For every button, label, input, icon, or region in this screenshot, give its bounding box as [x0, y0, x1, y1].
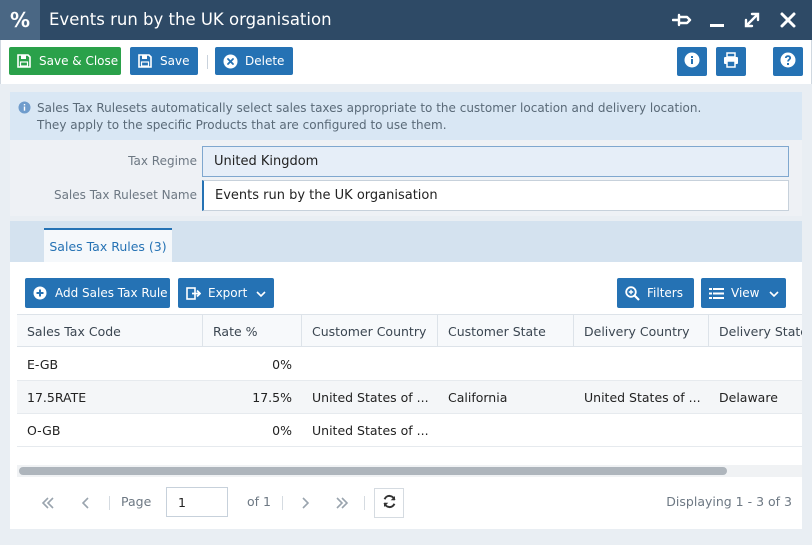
cell-customer-country: United States of ...	[312, 389, 429, 405]
table-row[interactable]: 17.5RATE 17.5% United States of ... Cali…	[17, 381, 802, 414]
info-text-line-2: They apply to the specific Products that…	[37, 118, 447, 132]
ruleset-name-label: Sales Tax Ruleset Name	[53, 188, 197, 202]
save-icon	[130, 54, 160, 68]
add-sales-tax-rule-button[interactable]: Add Sales Tax Rule	[25, 278, 170, 308]
help-button[interactable]	[773, 47, 803, 76]
save-icon	[9, 54, 39, 68]
cell-rate: 17.5%	[252, 389, 292, 405]
toolbar-divider	[207, 55, 208, 69]
table-row[interactable]: O-GB 0% United States of ...	[17, 414, 802, 447]
help-icon	[780, 52, 796, 72]
grid-header: Sales Tax Code Rate % Customer Country C…	[17, 314, 802, 347]
column-header-customer-country[interactable]: Customer Country	[302, 315, 438, 347]
page-number-input[interactable]: 1	[166, 487, 228, 517]
next-page-icon[interactable]	[290, 488, 320, 518]
cell-sales-tax-code: 17.5RATE	[27, 389, 87, 405]
column-header-rate[interactable]: Rate %	[203, 315, 302, 347]
tab-sales-tax-rules[interactable]: Sales Tax Rules (3)	[44, 228, 172, 262]
sales-tax-rules-panel: Add Sales Tax Rule Export Filters View S…	[10, 262, 802, 529]
percent-icon: %	[0, 0, 40, 40]
ruleset-form: Tax Regime United Kingdom Sales Tax Rule…	[10, 140, 802, 216]
view-button[interactable]: View	[701, 278, 786, 308]
tab-strip: Sales Tax Rules (3)	[10, 221, 802, 262]
window-title: Events run by the UK organisation	[49, 10, 332, 29]
previous-page-icon[interactable]	[71, 488, 101, 518]
save-button[interactable]: Save	[130, 47, 198, 75]
column-header-delivery-country[interactable]: Delivery Country	[574, 315, 709, 347]
export-label: Export	[208, 286, 248, 300]
tax-regime-label: Tax Regime	[128, 154, 197, 168]
title-bar: % Events run by the UK organisation	[0, 0, 812, 40]
cell-customer-state: California	[448, 389, 508, 405]
cell-customer-country: United States of ...	[312, 422, 429, 438]
cell-rate: 0%	[272, 422, 292, 438]
tax-regime-field[interactable]: United Kingdom	[202, 146, 789, 177]
print-button[interactable]	[716, 47, 746, 76]
cell-customer-state	[438, 348, 574, 380]
pager-divider	[282, 496, 283, 510]
info-text-line-1: Sales Tax Rulesets automatically select …	[37, 101, 702, 115]
add-circle-icon	[25, 286, 55, 300]
filters-label: Filters	[647, 286, 683, 300]
cell-delivery-state	[709, 414, 802, 446]
close-icon[interactable]	[776, 7, 800, 33]
view-label: View	[731, 286, 760, 300]
info-circle-icon	[18, 101, 31, 119]
list-icon	[701, 287, 731, 300]
cell-sales-tax-code: O-GB	[27, 422, 61, 438]
pager-divider	[109, 496, 110, 510]
cell-delivery-country	[574, 348, 709, 380]
table-row[interactable]: E-GB 0%	[17, 348, 802, 381]
export-button[interactable]: Export	[178, 278, 274, 308]
page-count: of 1	[247, 494, 271, 509]
search-plus-icon	[617, 285, 647, 301]
add-sales-tax-rule-label: Add Sales Tax Rule	[55, 286, 168, 300]
horizontal-scrollbar-thumb[interactable]	[19, 467, 727, 475]
save-label: Save	[160, 54, 190, 68]
refresh-icon	[382, 494, 397, 513]
minimize-icon[interactable]	[705, 7, 729, 33]
last-page-icon[interactable]	[327, 488, 357, 518]
first-page-icon[interactable]	[33, 488, 63, 518]
cell-delivery-country: United States of ...	[584, 389, 701, 405]
sales-tax-rules-grid: Sales Tax Code Rate % Customer Country C…	[17, 314, 802, 476]
displaying-count: Displaying 1 - 3 of 3	[666, 494, 792, 509]
cell-rate: 0%	[272, 356, 292, 372]
info-icon	[684, 52, 700, 72]
filters-button[interactable]: Filters	[617, 278, 694, 308]
cell-customer-state	[438, 414, 574, 446]
chevron-down-icon	[769, 286, 780, 300]
column-header-delivery-state[interactable]: Delivery State	[709, 315, 802, 347]
pagination-bar: Page 1 of 1 Displaying 1 - 3 of 3	[17, 482, 792, 522]
footer-strip	[0, 545, 812, 552]
cell-delivery-state: Delaware	[719, 389, 778, 405]
ruleset-name-field[interactable]: Events run by the UK organisation	[202, 180, 789, 211]
refresh-button[interactable]	[374, 488, 404, 518]
info-button[interactable]	[677, 47, 707, 76]
cell-delivery-country	[574, 414, 709, 446]
maximize-icon[interactable]	[740, 7, 764, 33]
save-close-button[interactable]: Save & Close	[9, 47, 121, 75]
info-banner: Sales Tax Rulesets automatically select …	[10, 92, 802, 140]
export-icon	[178, 286, 208, 300]
print-icon	[723, 51, 739, 72]
chevron-down-icon	[256, 286, 266, 300]
column-header-sales-tax-code[interactable]: Sales Tax Code	[17, 315, 203, 347]
delete-button[interactable]: Delete	[215, 47, 293, 75]
page-label: Page	[121, 494, 152, 509]
column-header-customer-state[interactable]: Customer State	[438, 315, 574, 347]
pager-divider	[364, 496, 365, 510]
delete-icon	[215, 54, 245, 69]
cell-customer-country	[302, 348, 438, 380]
delete-label: Delete	[245, 54, 285, 68]
pin-icon[interactable]	[670, 7, 694, 33]
cell-sales-tax-code: E-GB	[27, 356, 59, 372]
cell-delivery-state	[709, 348, 802, 380]
save-close-label: Save & Close	[39, 54, 119, 68]
